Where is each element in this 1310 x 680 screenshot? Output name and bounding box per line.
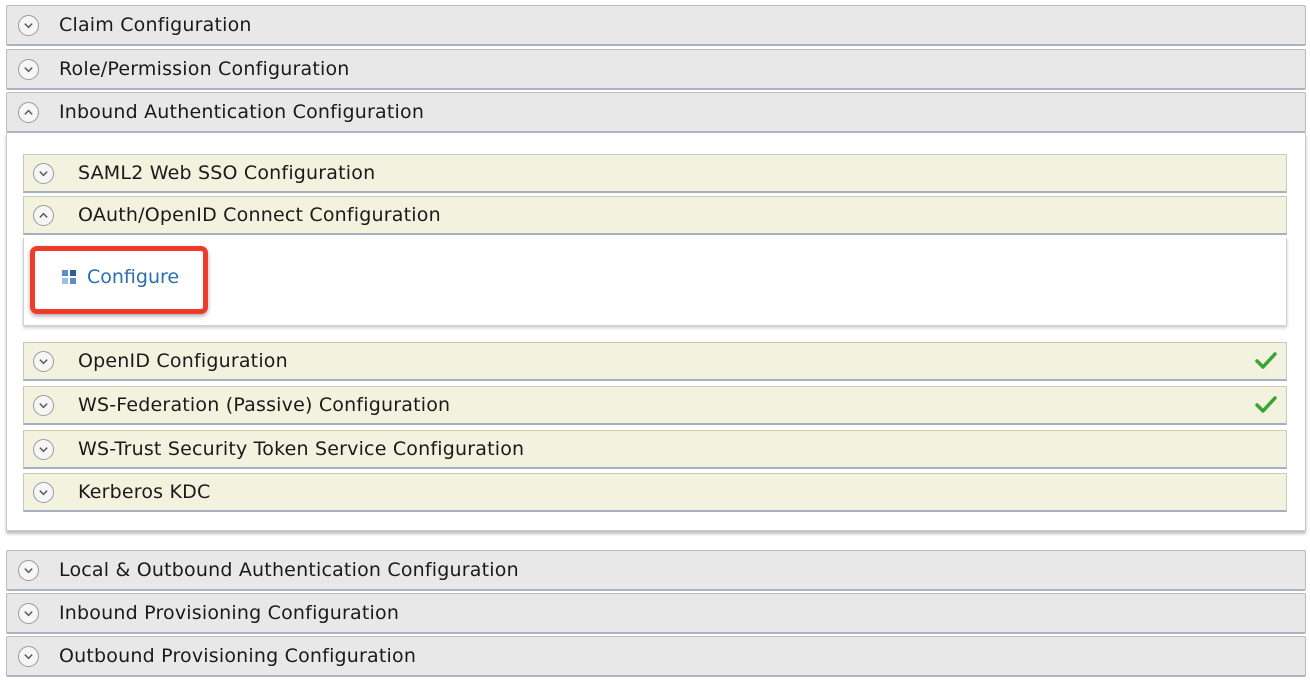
- section-local-outbound-authentication[interactable]: Local & Outbound Authentication Configur…: [6, 550, 1306, 591]
- subsection-kerberos-label: Kerberos KDC: [78, 481, 211, 503]
- section-inbound-auth-label: Inbound Authentication Configuration: [59, 101, 425, 123]
- section-claim-configuration[interactable]: Claim Configuration: [6, 5, 1306, 46]
- section-local-outbound-label: Local & Outbound Authentication Configur…: [59, 559, 519, 581]
- subsection-kerberos-kdc[interactable]: Kerberos KDC: [23, 473, 1287, 512]
- section-outbound-prov-label: Outbound Provisioning Configuration: [59, 645, 417, 667]
- chevron-down-icon[interactable]: [18, 58, 39, 80]
- subsection-saml-label: SAML2 Web SSO Configuration: [78, 162, 376, 184]
- configure-label: Configure: [87, 266, 180, 288]
- subsection-ws-trust[interactable]: WS-Trust Security Token Service Configur…: [23, 430, 1287, 469]
- chevron-down-icon[interactable]: [33, 162, 54, 184]
- chevron-up-icon[interactable]: [33, 204, 54, 226]
- chevron-down-icon[interactable]: [18, 14, 39, 36]
- section-inbound-provisioning[interactable]: Inbound Provisioning Configuration: [6, 593, 1306, 634]
- chevron-down-icon[interactable]: [18, 645, 39, 667]
- chevron-down-icon[interactable]: [33, 438, 54, 460]
- chevron-down-icon[interactable]: [18, 559, 39, 581]
- subsection-wstrust-label: WS-Trust Security Token Service Configur…: [78, 438, 525, 460]
- section-inbound-prov-label: Inbound Provisioning Configuration: [59, 602, 400, 624]
- subsection-openid[interactable]: OpenID Configuration: [23, 342, 1287, 381]
- section-role-label: Role/Permission Configuration: [59, 58, 350, 80]
- checkmark-icon: [1255, 396, 1277, 413]
- subsection-oauth-label: OAuth/OpenID Connect Configuration: [78, 204, 441, 226]
- section-role-permission-configuration[interactable]: Role/Permission Configuration: [6, 49, 1306, 90]
- grid-icon: [62, 270, 76, 284]
- chevron-down-icon[interactable]: [18, 602, 39, 624]
- configure-link[interactable]: Configure: [61, 266, 179, 288]
- section-claim-label: Claim Configuration: [59, 14, 252, 36]
- subsection-oauth-openid-connect[interactable]: OAuth/OpenID Connect Configuration: [23, 196, 1287, 235]
- subsection-saml2-web-sso[interactable]: SAML2 Web SSO Configuration: [23, 154, 1287, 193]
- checkmark-icon: [1255, 352, 1277, 369]
- subsection-openid-label: OpenID Configuration: [78, 350, 288, 372]
- chevron-down-icon[interactable]: [33, 350, 54, 372]
- section-outbound-provisioning[interactable]: Outbound Provisioning Configuration: [6, 636, 1306, 677]
- chevron-up-icon[interactable]: [18, 101, 39, 123]
- subsection-ws-federation[interactable]: WS-Federation (Passive) Configuration: [23, 386, 1287, 425]
- subsection-wsfed-label: WS-Federation (Passive) Configuration: [78, 394, 451, 416]
- chevron-down-icon[interactable]: [33, 481, 54, 503]
- oauth-panel: [23, 238, 1287, 326]
- chevron-down-icon[interactable]: [33, 394, 54, 416]
- section-inbound-authentication-configuration[interactable]: Inbound Authentication Configuration: [6, 92, 1306, 133]
